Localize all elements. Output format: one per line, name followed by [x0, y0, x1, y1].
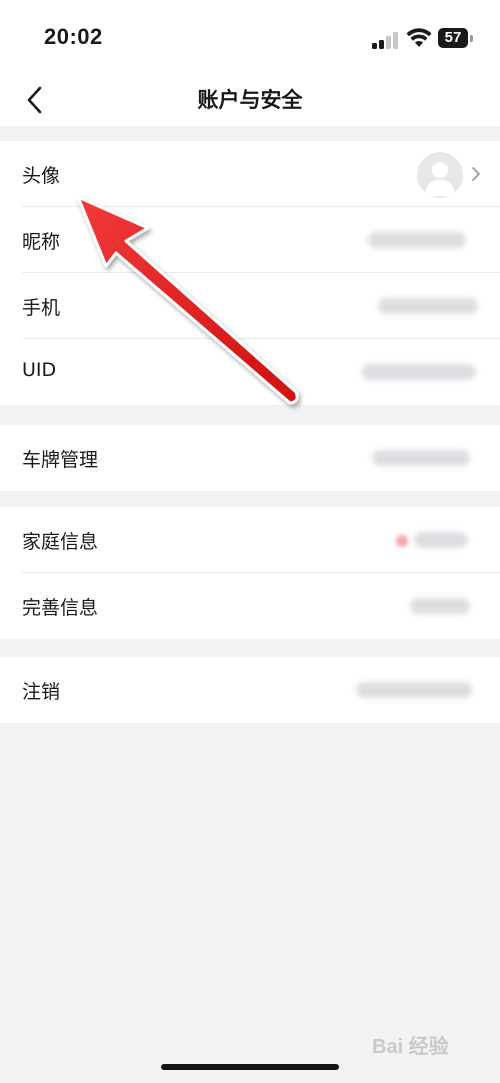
home-indicator[interactable]	[161, 1064, 339, 1070]
uid-label: UID	[22, 359, 57, 381]
family-info-row[interactable]: 家庭信息	[0, 507, 500, 573]
chevron-right-icon	[472, 167, 480, 181]
uid-row[interactable]: UID	[0, 339, 500, 405]
cancel-value-blurred	[356, 682, 472, 698]
nav-bar: 账户与安全	[0, 76, 500, 126]
watermark-text: Bai 经验	[372, 1036, 449, 1058]
battery-icon: 57	[438, 28, 468, 48]
plate-section: 车牌管理	[0, 425, 500, 491]
complete-info-value-blurred	[410, 598, 470, 614]
page-title: 账户与安全	[197, 88, 303, 112]
uid-value-blurred	[362, 364, 476, 380]
wifi-icon	[406, 28, 432, 47]
family-info-value-blurred	[414, 532, 468, 548]
cancel-section: 注销	[0, 657, 500, 723]
battery-cap	[470, 35, 473, 42]
status-bar: 20:02 57	[0, 0, 500, 76]
plate-management-row[interactable]: 车牌管理	[0, 425, 500, 491]
avatar-label: 头像	[22, 165, 61, 187]
red-dot-badge	[396, 535, 408, 547]
phone-label: 手机	[22, 297, 61, 319]
family-info-label: 家庭信息	[22, 531, 99, 553]
plate-management-label: 车牌管理	[22, 449, 99, 471]
info-section: 家庭信息 完善信息	[0, 507, 500, 639]
phone-row[interactable]: 手机	[0, 273, 500, 339]
account-section: 头像 昵称 手机 UID	[0, 141, 500, 405]
signal-icon	[372, 31, 400, 49]
nickname-label: 昵称	[22, 231, 61, 253]
nickname-row[interactable]: 昵称	[0, 207, 500, 273]
cancel-account-row[interactable]: 注销	[0, 657, 500, 723]
complete-info-row[interactable]: 完善信息	[0, 573, 500, 639]
status-time: 20:02	[44, 24, 103, 49]
cancel-account-label: 注销	[22, 681, 61, 703]
plate-value-blurred	[372, 450, 470, 466]
complete-info-label: 完善信息	[22, 597, 99, 619]
phone-value-blurred	[378, 298, 478, 314]
avatar-row[interactable]: 头像	[0, 141, 500, 207]
avatar-placeholder-icon[interactable]	[417, 152, 463, 198]
nickname-value-blurred	[368, 232, 466, 248]
